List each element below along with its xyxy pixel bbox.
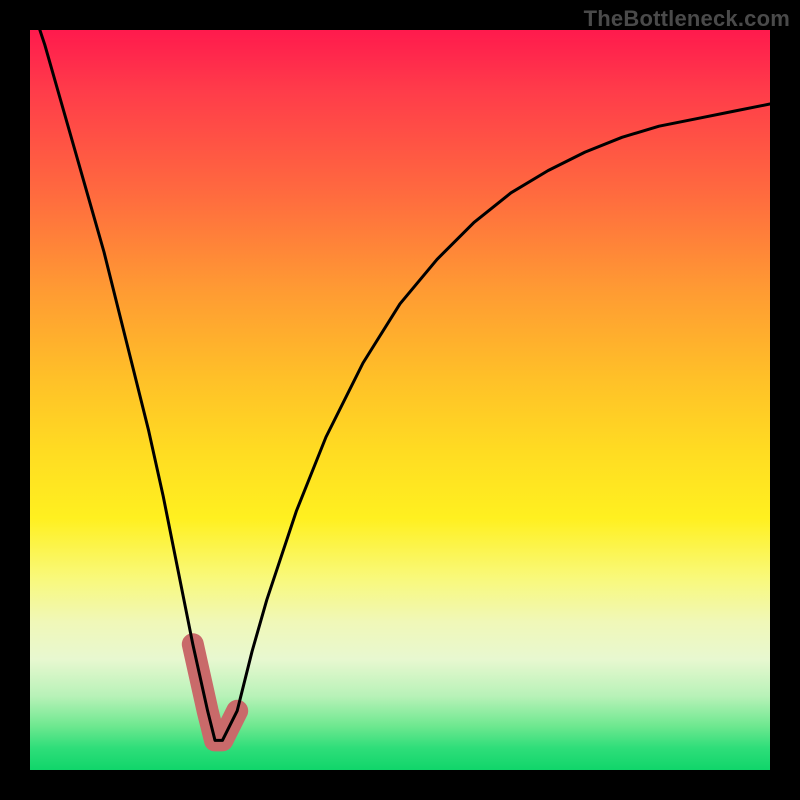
bottleneck-curve bbox=[30, 30, 770, 770]
chart-frame: TheBottleneck.com bbox=[0, 0, 800, 800]
curve-line bbox=[30, 30, 770, 740]
watermark-label: TheBottleneck.com bbox=[584, 6, 790, 32]
plot-area bbox=[30, 30, 770, 770]
